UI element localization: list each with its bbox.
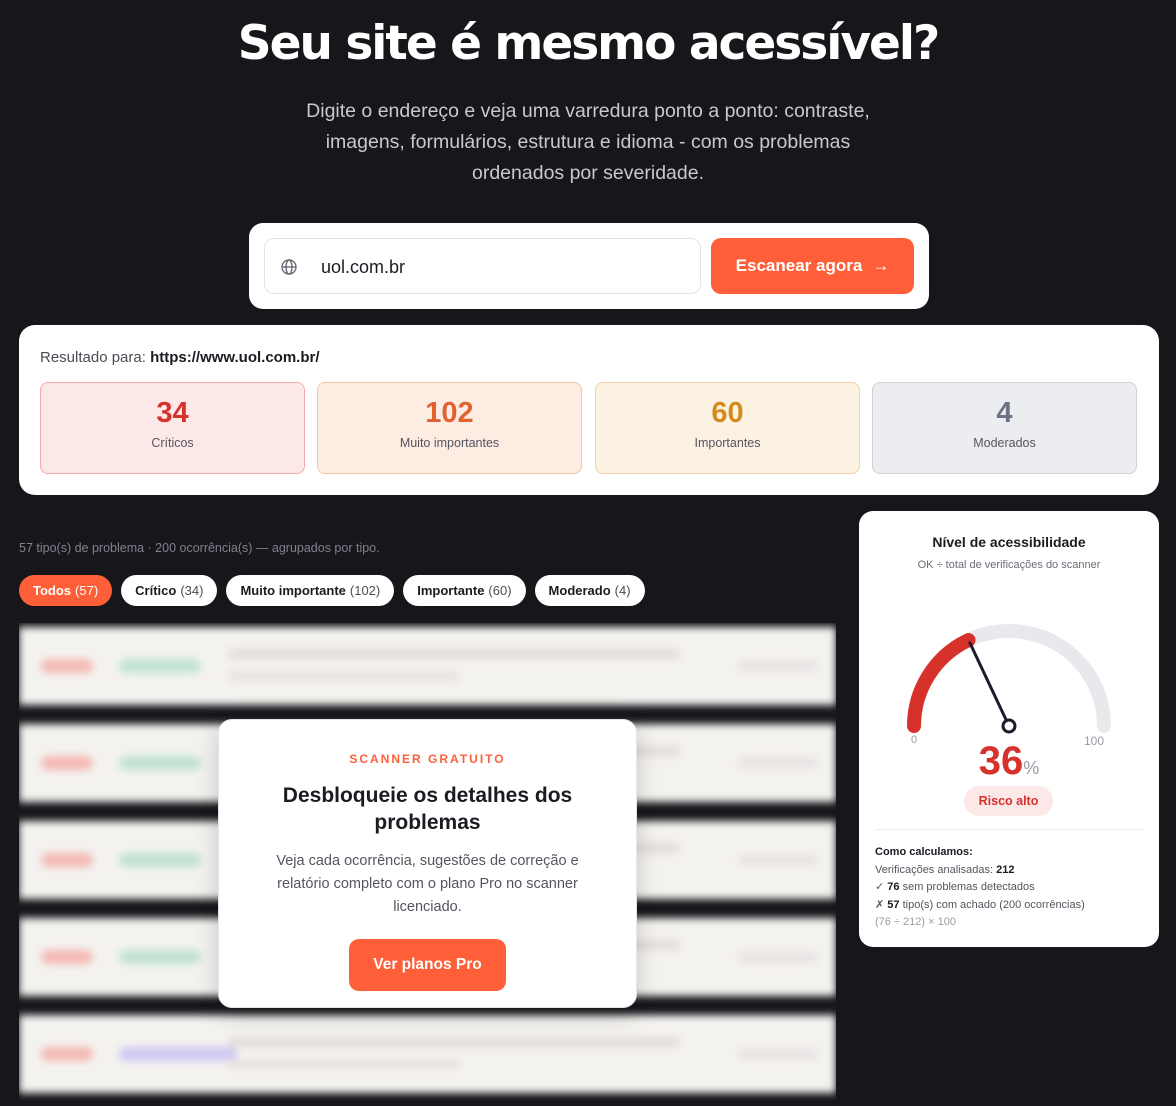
stat-very-important-value: 102 (425, 397, 474, 429)
filter-very-important-label: Muito importante (240, 583, 346, 598)
gauge-percent-sign: % (1023, 758, 1040, 778)
calc-heading: Como calculamos: (875, 846, 973, 858)
filter-moderate-count: (4) (614, 583, 631, 598)
unlock-description: Veja cada ocorrência, sugestões de corre… (276, 853, 579, 915)
stat-important-value: 60 (711, 397, 744, 429)
gauge-pivot (1001, 718, 1017, 734)
filter-moderate-label: Moderado (548, 583, 611, 598)
result-url[interactable]: https://www.uol.com.br/ (150, 349, 319, 366)
calc-fail-label: tipo(s) com achado (200 ocorrências) (902, 898, 1085, 911)
scan-button[interactable]: Escanear agora → (711, 238, 914, 294)
gauge-value: 36% (859, 739, 1159, 784)
gauge-value-arc (907, 633, 976, 733)
unlock-kicker: SCANNER GRATUITO (349, 752, 506, 766)
filter-critical-count: (34) (180, 583, 204, 598)
scan-form: Escanear agora → (249, 223, 929, 309)
view-pro-plans-button[interactable]: Ver planos Pro (349, 939, 506, 991)
stat-moderate-value: 4 (996, 397, 1013, 429)
filter-very-important-count: (102) (349, 583, 381, 598)
calc-ok-value: 76 (887, 881, 900, 893)
list-item (19, 627, 836, 705)
result-label: Resultado para: https://www.uol.com.br/ (40, 349, 320, 366)
divider (875, 829, 1143, 830)
gauge-percent: 36 (978, 739, 1024, 783)
filter-all-label: Todos (33, 583, 72, 598)
gauge-track (907, 624, 1111, 733)
stat-moderate[interactable]: 4 Moderados (872, 382, 1137, 474)
calc-ok: ✓ 76 sem problemas detectados (875, 879, 1085, 897)
scan-button-label: Escanear agora (735, 256, 863, 275)
check-icon: ✓ (875, 881, 885, 893)
severity-filters: Todos (57) Crítico (34) Muito importante (1… (19, 575, 645, 606)
globe-icon (281, 259, 297, 275)
risk-badge: Risco alto (964, 786, 1053, 816)
unlock-title: Desbloqueie os detalhes dos problemas (282, 784, 573, 834)
filter-critical-label: Crítico (135, 583, 177, 598)
calc-fail: ✗ 57 tipo(s) com achado (200 ocorrências… (875, 897, 1085, 915)
accessibility-gauge-card: Nível de acessibilidade OK ÷ total de ve… (859, 511, 1159, 947)
filter-critical[interactable]: Crítico (34) (121, 575, 218, 606)
cross-icon: ✗ (875, 898, 885, 911)
arrow-right-icon: → (872, 256, 890, 275)
calculation-details: Como calculamos: Verificações analisadas… (875, 844, 1085, 932)
stat-very-important-label: Muito importantes (399, 436, 500, 450)
stat-critical-value: 34 (156, 397, 189, 429)
stat-critical-label: Críticos (151, 436, 194, 450)
filter-important-count: (60) (488, 583, 512, 598)
issues-summary: 57 tipo(s) de problema · 200 ocorrência(… (19, 541, 380, 555)
stat-very-important[interactable]: 102 Muito importantes (317, 382, 582, 474)
filter-very-important[interactable]: Muito importante (102) (226, 575, 395, 606)
url-input[interactable] (321, 249, 681, 285)
result-label-text: Resultado para: (40, 349, 146, 366)
unlock-modal: SCANNER GRATUITO Desbloqueie os detalhes… (218, 719, 637, 1008)
accessibility-gauge (907, 624, 1111, 734)
gauge-subtitle: OK ÷ total de verificações do scanner (917, 559, 1101, 571)
gauge-title: Nível de acessibilidade (932, 534, 1086, 550)
filter-important[interactable]: Importante (60) (403, 575, 526, 606)
calc-formula: (76 ÷ 212) × 100 (875, 916, 956, 928)
page-subtitle: Digite o endereço e veja uma varredura p… (306, 100, 870, 184)
list-item (19, 1015, 836, 1093)
filter-all[interactable]: Todos (57) (19, 575, 113, 606)
filter-moderate[interactable]: Moderado (4) (534, 575, 645, 606)
url-field[interactable] (264, 238, 701, 294)
calc-fail-value: 57 (887, 898, 900, 911)
stat-important[interactable]: 60 Importantes (595, 382, 860, 474)
stat-moderate-label: Moderados (973, 436, 1036, 450)
calc-checks-label: Verificações analisadas: (875, 863, 994, 876)
stat-important-label: Importantes (694, 436, 761, 450)
gauge-needle (968, 641, 1011, 728)
filter-important-label: Importante (417, 583, 485, 598)
calc-checks: Verificações analisadas: 212 (875, 862, 1085, 880)
stat-critical[interactable]: 34 Críticos (40, 382, 305, 474)
page-title: Seu site é mesmo acessível? (237, 16, 940, 71)
result-card: Resultado para: https://www.uol.com.br/ … (19, 325, 1159, 495)
calc-checks-value: 212 (996, 863, 1015, 876)
calc-ok-label: sem problemas detectados (902, 881, 1035, 893)
filter-all-count: (57) (75, 583, 99, 598)
